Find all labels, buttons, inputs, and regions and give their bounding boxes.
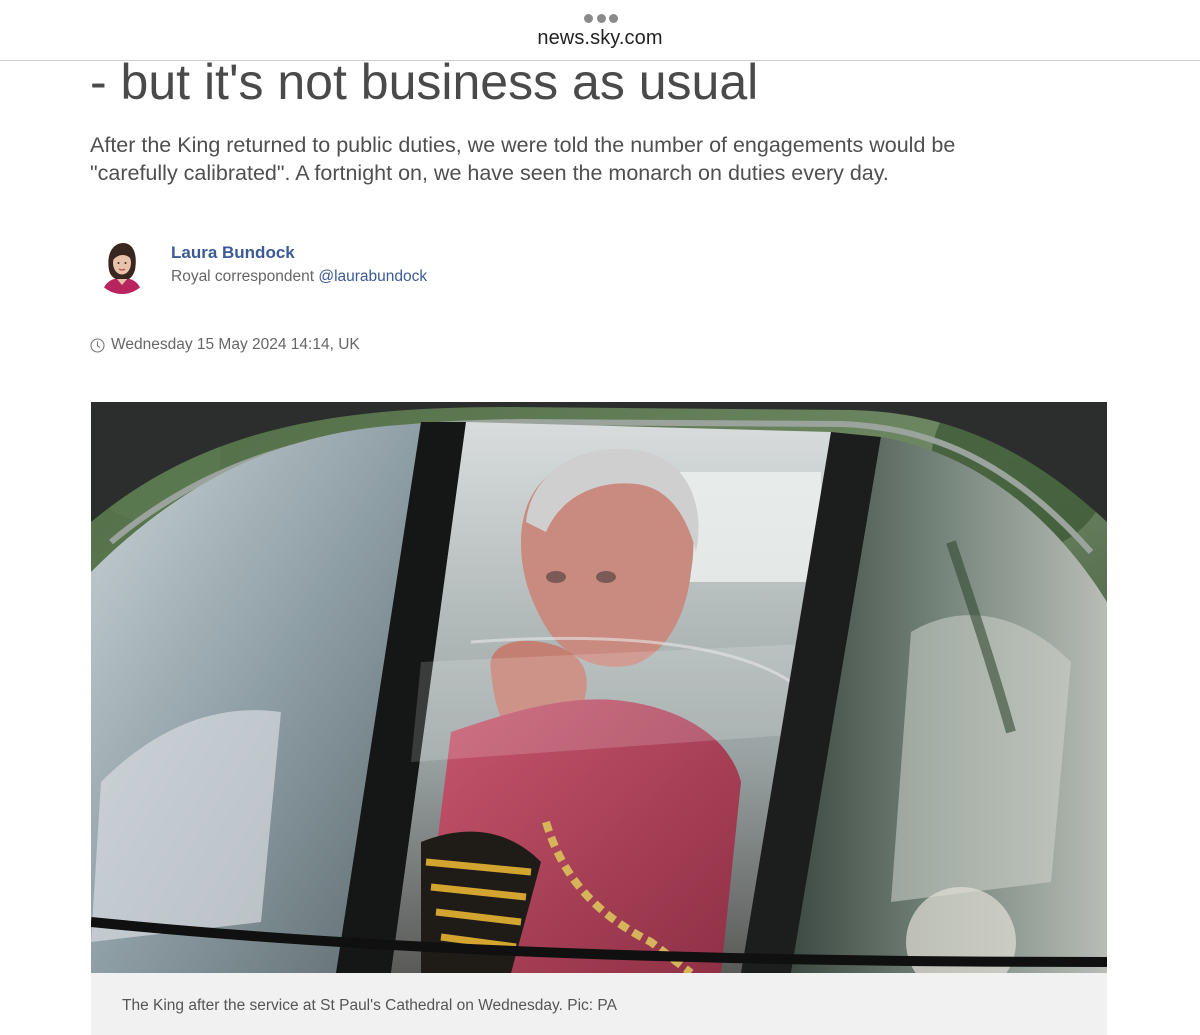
image-caption: The King after the service at St Paul's …	[91, 973, 1107, 1035]
ellipsis-icon[interactable]	[584, 13, 618, 23]
clock-icon	[90, 337, 105, 353]
timestamp-text: Wednesday 15 May 2024 14:14, UK	[111, 336, 360, 353]
author-twitter-handle[interactable]: @laurabundock	[318, 268, 427, 285]
author-role: Royal correspondent	[171, 268, 319, 285]
browser-top-bar: news.sky.com	[0, 0, 1200, 61]
url-label[interactable]: news.sky.com	[0, 27, 1200, 50]
author-avatar[interactable]	[94, 238, 150, 294]
article-image[interactable]	[91, 402, 1107, 973]
publish-timestamp: Wednesday 15 May 2024 14:14, UK	[90, 336, 360, 354]
author-block: Laura Bundock Royal correspondent @laura…	[94, 238, 427, 296]
author-name[interactable]: Laura Bundock	[171, 242, 427, 264]
author-role-line: Royal correspondent @laurabundock	[171, 267, 427, 287]
article-standfirst: After the King returned to public duties…	[90, 133, 956, 185]
